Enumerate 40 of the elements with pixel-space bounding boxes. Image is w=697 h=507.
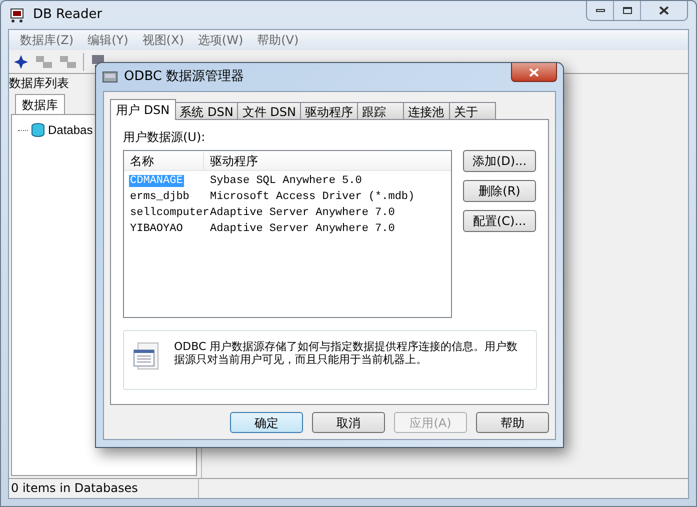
info-text: ODBC 用户数据源存储了如何与指定数据提供程序连接的信息。用户数据源只对当前用户可见，而且只能用于当前机器上。 — [174, 340, 519, 366]
menu-item[interactable]: 编辑(Y) — [80, 31, 136, 49]
dialog-tab[interactable]: 文件 DSN — [238, 102, 301, 120]
action-button[interactable]: 删除(R) — [463, 180, 536, 202]
list-label: 用户数据源(U): — [123, 129, 206, 146]
database-icon — [30, 122, 46, 138]
window-title: DB Reader — [33, 6, 102, 24]
action-button[interactable]: 添加(D)... — [463, 150, 536, 172]
close-button[interactable] — [511, 63, 557, 82]
dialog-tab[interactable]: 关于 — [450, 102, 496, 120]
menu-item[interactable]: 帮助(V) — [250, 31, 306, 49]
dialog-tab[interactable]: 系统 DSN — [176, 102, 238, 120]
star-icon[interactable] — [13, 54, 29, 70]
close-icon — [659, 6, 669, 15]
dialog-tab[interactable]: 用户 DSN — [110, 99, 176, 120]
tree-item[interactable]: Databas — [48, 121, 93, 139]
column-header[interactable]: 名称 — [124, 152, 204, 170]
data-source-name[interactable]: sellcomputer — [129, 206, 210, 219]
dialog-button[interactable]: 取消 — [312, 412, 385, 433]
dialog-button[interactable]: 帮助 — [476, 412, 549, 433]
column-header[interactable]: 驱动程序 — [204, 152, 451, 170]
driver-name: Adaptive Server Anywhere 7.0 — [209, 222, 395, 237]
driver-name: Sybase SQL Anywhere 5.0 — [209, 174, 362, 189]
dialog-tab[interactable]: 连接池 — [404, 102, 450, 120]
app-icon — [9, 7, 25, 23]
menu-item[interactable]: 视图(X) — [135, 31, 191, 49]
dialog-tab[interactable]: 驱动程序 — [300, 102, 358, 120]
dialog-button[interactable]: 确定 — [230, 412, 303, 433]
menu-item[interactable]: 数据库(Z) — [13, 31, 81, 49]
status-text: 0 items in Databases — [9, 479, 199, 498]
close-icon — [529, 68, 539, 76]
driver-name: Microsoft Access Driver (*.mdb) — [209, 190, 415, 205]
menu-item[interactable]: 选项(W) — [190, 31, 250, 49]
data-source-name[interactable]: erms_djbb — [129, 190, 190, 203]
dialog-tab[interactable]: 跟踪 — [358, 102, 404, 120]
panel-title: 数据库列表 — [9, 75, 69, 92]
dialog-title: ODBC 数据源管理器 — [124, 68, 244, 86]
data-source-name[interactable]: YIBAOYAO — [129, 222, 184, 235]
panel-tab[interactable]: 数据库 — [15, 94, 65, 114]
action-button[interactable]: 配置(C)... — [463, 210, 536, 232]
